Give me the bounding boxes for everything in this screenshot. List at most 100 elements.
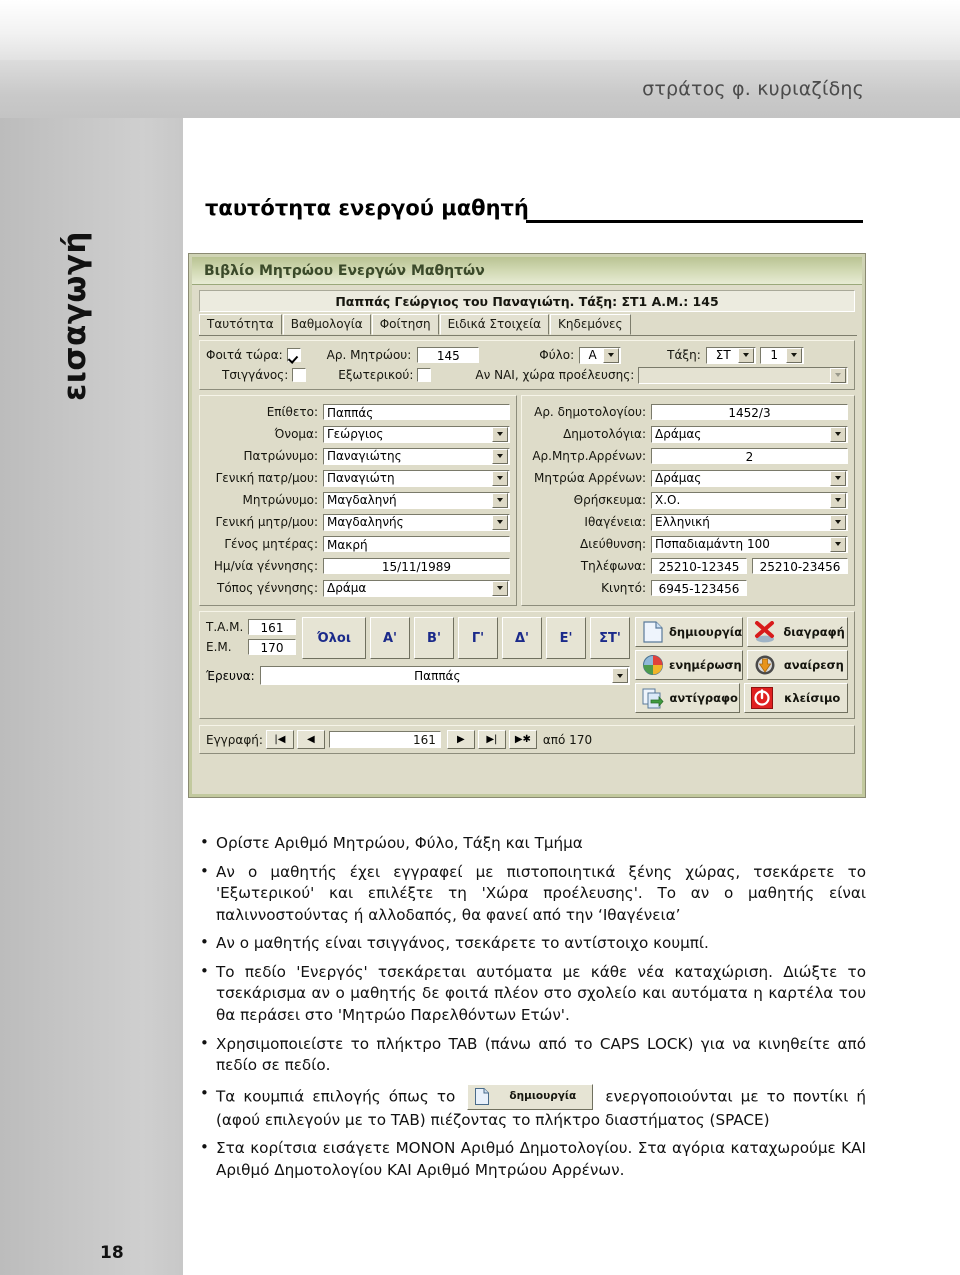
section-value: 1: [770, 348, 779, 362]
field-combo[interactable]: Δράμας: [651, 425, 848, 443]
action-button-copy[interactable]: αντίγραφο: [635, 683, 740, 713]
field-combo[interactable]: Δράμας: [651, 469, 848, 487]
field-combo[interactable]: Μαγδαληνή: [323, 491, 510, 509]
window-title-bar: Βιβλίο Μητρώου Ενεργών Μαθητών: [192, 257, 862, 285]
field-input[interactable]: 15/11/1989: [323, 558, 510, 574]
field-value: Γεώργιος: [327, 427, 384, 441]
action-button-label: αναίρεση: [783, 658, 844, 672]
field-row: Μητρώνυμο: Μαγδαληνή: [206, 489, 510, 511]
phones-row: Τηλέφωνα: 25210-12345 25210-23456: [528, 555, 848, 577]
chevron-down-icon[interactable]: [492, 492, 508, 508]
tab-2[interactable]: Βαθμολογία: [282, 314, 371, 335]
class-filter-button-5[interactable]: Δ': [502, 617, 542, 659]
list-item: Αν ο μαθητής έχει εγγραφεί με πιστοποιητ…: [194, 861, 866, 927]
origin-country-combo[interactable]: [638, 366, 848, 384]
field-combo[interactable]: Ελληνική: [651, 513, 848, 531]
action-buttons-grid[interactable]: δημιουργία διαγραφή ενημέρωση αναίρεση αντίγ…: [635, 617, 848, 713]
field-input[interactable]: 2: [651, 448, 848, 464]
chevron-down-icon[interactable]: [492, 580, 508, 596]
class-combo[interactable]: ΣΤ: [705, 346, 756, 364]
foreign-checkbox[interactable]: [417, 368, 432, 382]
field-label: Γενική μητρ/μου:: [215, 515, 318, 529]
field-input[interactable]: 1452/3: [651, 404, 848, 420]
chevron-down-icon[interactable]: [492, 470, 508, 486]
app-client-area: Παππάς Γεώργιος του Παναγιώτη. Τάξη: ΣΤ1…: [192, 285, 862, 794]
field-label: Γένος μητέρας:: [224, 537, 318, 551]
first-record-button[interactable]: |◀: [265, 730, 294, 749]
chevron-down-icon[interactable]: [785, 347, 802, 363]
chevron-down-icon[interactable]: [830, 470, 846, 486]
class-filter-label: Όλοι: [317, 630, 351, 646]
class-filter-button-4[interactable]: Γ': [458, 617, 498, 659]
chevron-down-icon[interactable]: [737, 347, 754, 363]
tab-3[interactable]: Φοίτηση: [371, 314, 439, 335]
field-combo[interactable]: Πσπαδιαμάντη 100: [651, 535, 848, 553]
chevron-down-icon[interactable]: [612, 668, 628, 683]
class-filter-button-6[interactable]: Ε': [546, 617, 586, 659]
search-combo[interactable]: Παππάς: [259, 666, 630, 685]
action-button-new-document[interactable]: δημιουργία: [635, 617, 744, 647]
gender-combo[interactable]: Α: [579, 346, 622, 364]
chevron-down-icon[interactable]: [492, 514, 508, 530]
chevron-down-icon[interactable]: [830, 426, 846, 442]
field-combo[interactable]: Παναγιώτη: [323, 469, 510, 487]
field-combo[interactable]: Δράμα: [323, 579, 510, 597]
field-combo[interactable]: Παναγιώτης: [323, 447, 510, 465]
chevron-down-icon[interactable]: [492, 426, 508, 442]
gypsy-checkbox[interactable]: [292, 368, 307, 382]
phones-label: Τηλέφωνα:: [580, 559, 646, 573]
section-label: εισαγωγή: [57, 230, 93, 402]
tab-label: Βαθμολογία: [290, 317, 363, 331]
section-combo[interactable]: 1: [759, 346, 804, 364]
class-filter-button-7[interactable]: ΣΤ': [590, 617, 630, 659]
app-window-frame: Βιβλίο Μητρώου Ενεργών Μαθητών Παππάς Γε…: [189, 254, 865, 797]
chevron-down-icon[interactable]: [830, 367, 846, 383]
identity-top-panel: Φοιτά τώρα: Αρ. Μητρώου: 145 Φύλο: Α Τάξ…: [199, 340, 855, 390]
tab-4[interactable]: Ειδικά Στοιχεία: [439, 314, 550, 335]
field-input[interactable]: Παππάς: [323, 404, 510, 420]
action-button-delete[interactable]: διαγραφή: [747, 617, 848, 647]
phone-1-field[interactable]: 25210-12345: [651, 558, 747, 574]
previous-record-button[interactable]: ◀: [296, 730, 325, 749]
registry-no-label: Αρ. Μητρώου:: [326, 348, 412, 362]
action-button-undo[interactable]: αναίρεση: [746, 650, 848, 680]
new-record-button[interactable]: ▶✱: [508, 730, 537, 749]
class-filter-button-1[interactable]: Όλοι: [302, 617, 366, 659]
attends-now-checkbox[interactable]: [286, 348, 301, 362]
field-input[interactable]: Μακρή: [323, 536, 510, 552]
search-input[interactable]: Παππάς: [264, 669, 611, 683]
action-button-refresh-globe[interactable]: ενημέρωση: [635, 650, 743, 680]
field-value: Παναγιώτης: [327, 449, 402, 463]
mobile-field[interactable]: 6945-123456: [651, 580, 747, 596]
power-close-icon: [748, 686, 776, 710]
tab-5[interactable]: Κηδεμόνες: [550, 314, 631, 335]
tab-label: Κηδεμόνες: [558, 317, 623, 331]
chevron-down-icon[interactable]: [603, 347, 620, 363]
class-filter-button-2[interactable]: Α': [370, 617, 410, 659]
phone-2-field[interactable]: 25210-23456: [752, 558, 848, 574]
last-record-button[interactable]: ▶|: [477, 730, 506, 749]
chevron-down-icon[interactable]: [830, 492, 846, 508]
field-combo[interactable]: Μαγδαληνής: [323, 513, 510, 531]
tab-1[interactable]: Ταυτότητα: [199, 314, 282, 335]
action-button-power-close[interactable]: κλείσιμο: [743, 683, 848, 713]
inline-create-button[interactable]: δημιουργία: [467, 1083, 594, 1110]
field-combo[interactable]: Χ.Ο.: [651, 491, 848, 509]
class-filter-buttons[interactable]: Όλοι Α' Β' Γ' Δ' Ε' ΣΤ': [302, 617, 630, 659]
field-row: Ημ/νία γέννησης: 15/11/1989: [206, 555, 510, 577]
class-value: ΣΤ: [715, 348, 731, 362]
chevron-down-icon[interactable]: [830, 536, 846, 552]
class-filter-button-3[interactable]: Β': [414, 617, 454, 659]
new-document-icon: [639, 620, 667, 644]
registry-no-field[interactable]: 145: [417, 347, 480, 363]
tab-strip[interactable]: Ταυτότητα Βαθμολογία Φοίτηση Ειδικά Στοιχεί…: [199, 314, 857, 336]
field-combo[interactable]: Γεώργιος: [323, 425, 510, 443]
student-header-bar: Παππάς Γεώργιος του Παναγιώτη. Τάξη: ΣΤ1…: [199, 290, 855, 312]
chevron-down-icon[interactable]: [492, 448, 508, 464]
next-record-button[interactable]: ▶: [446, 730, 475, 749]
current-record-field[interactable]: 161: [328, 731, 441, 748]
chevron-down-icon[interactable]: [830, 514, 846, 530]
record-count-label: από 170: [542, 732, 593, 747]
field-value: Χ.Ο.: [655, 493, 681, 507]
bullet-text: Αν ο μαθητής έχει εγγραφεί με πιστοποιητ…: [216, 862, 866, 924]
